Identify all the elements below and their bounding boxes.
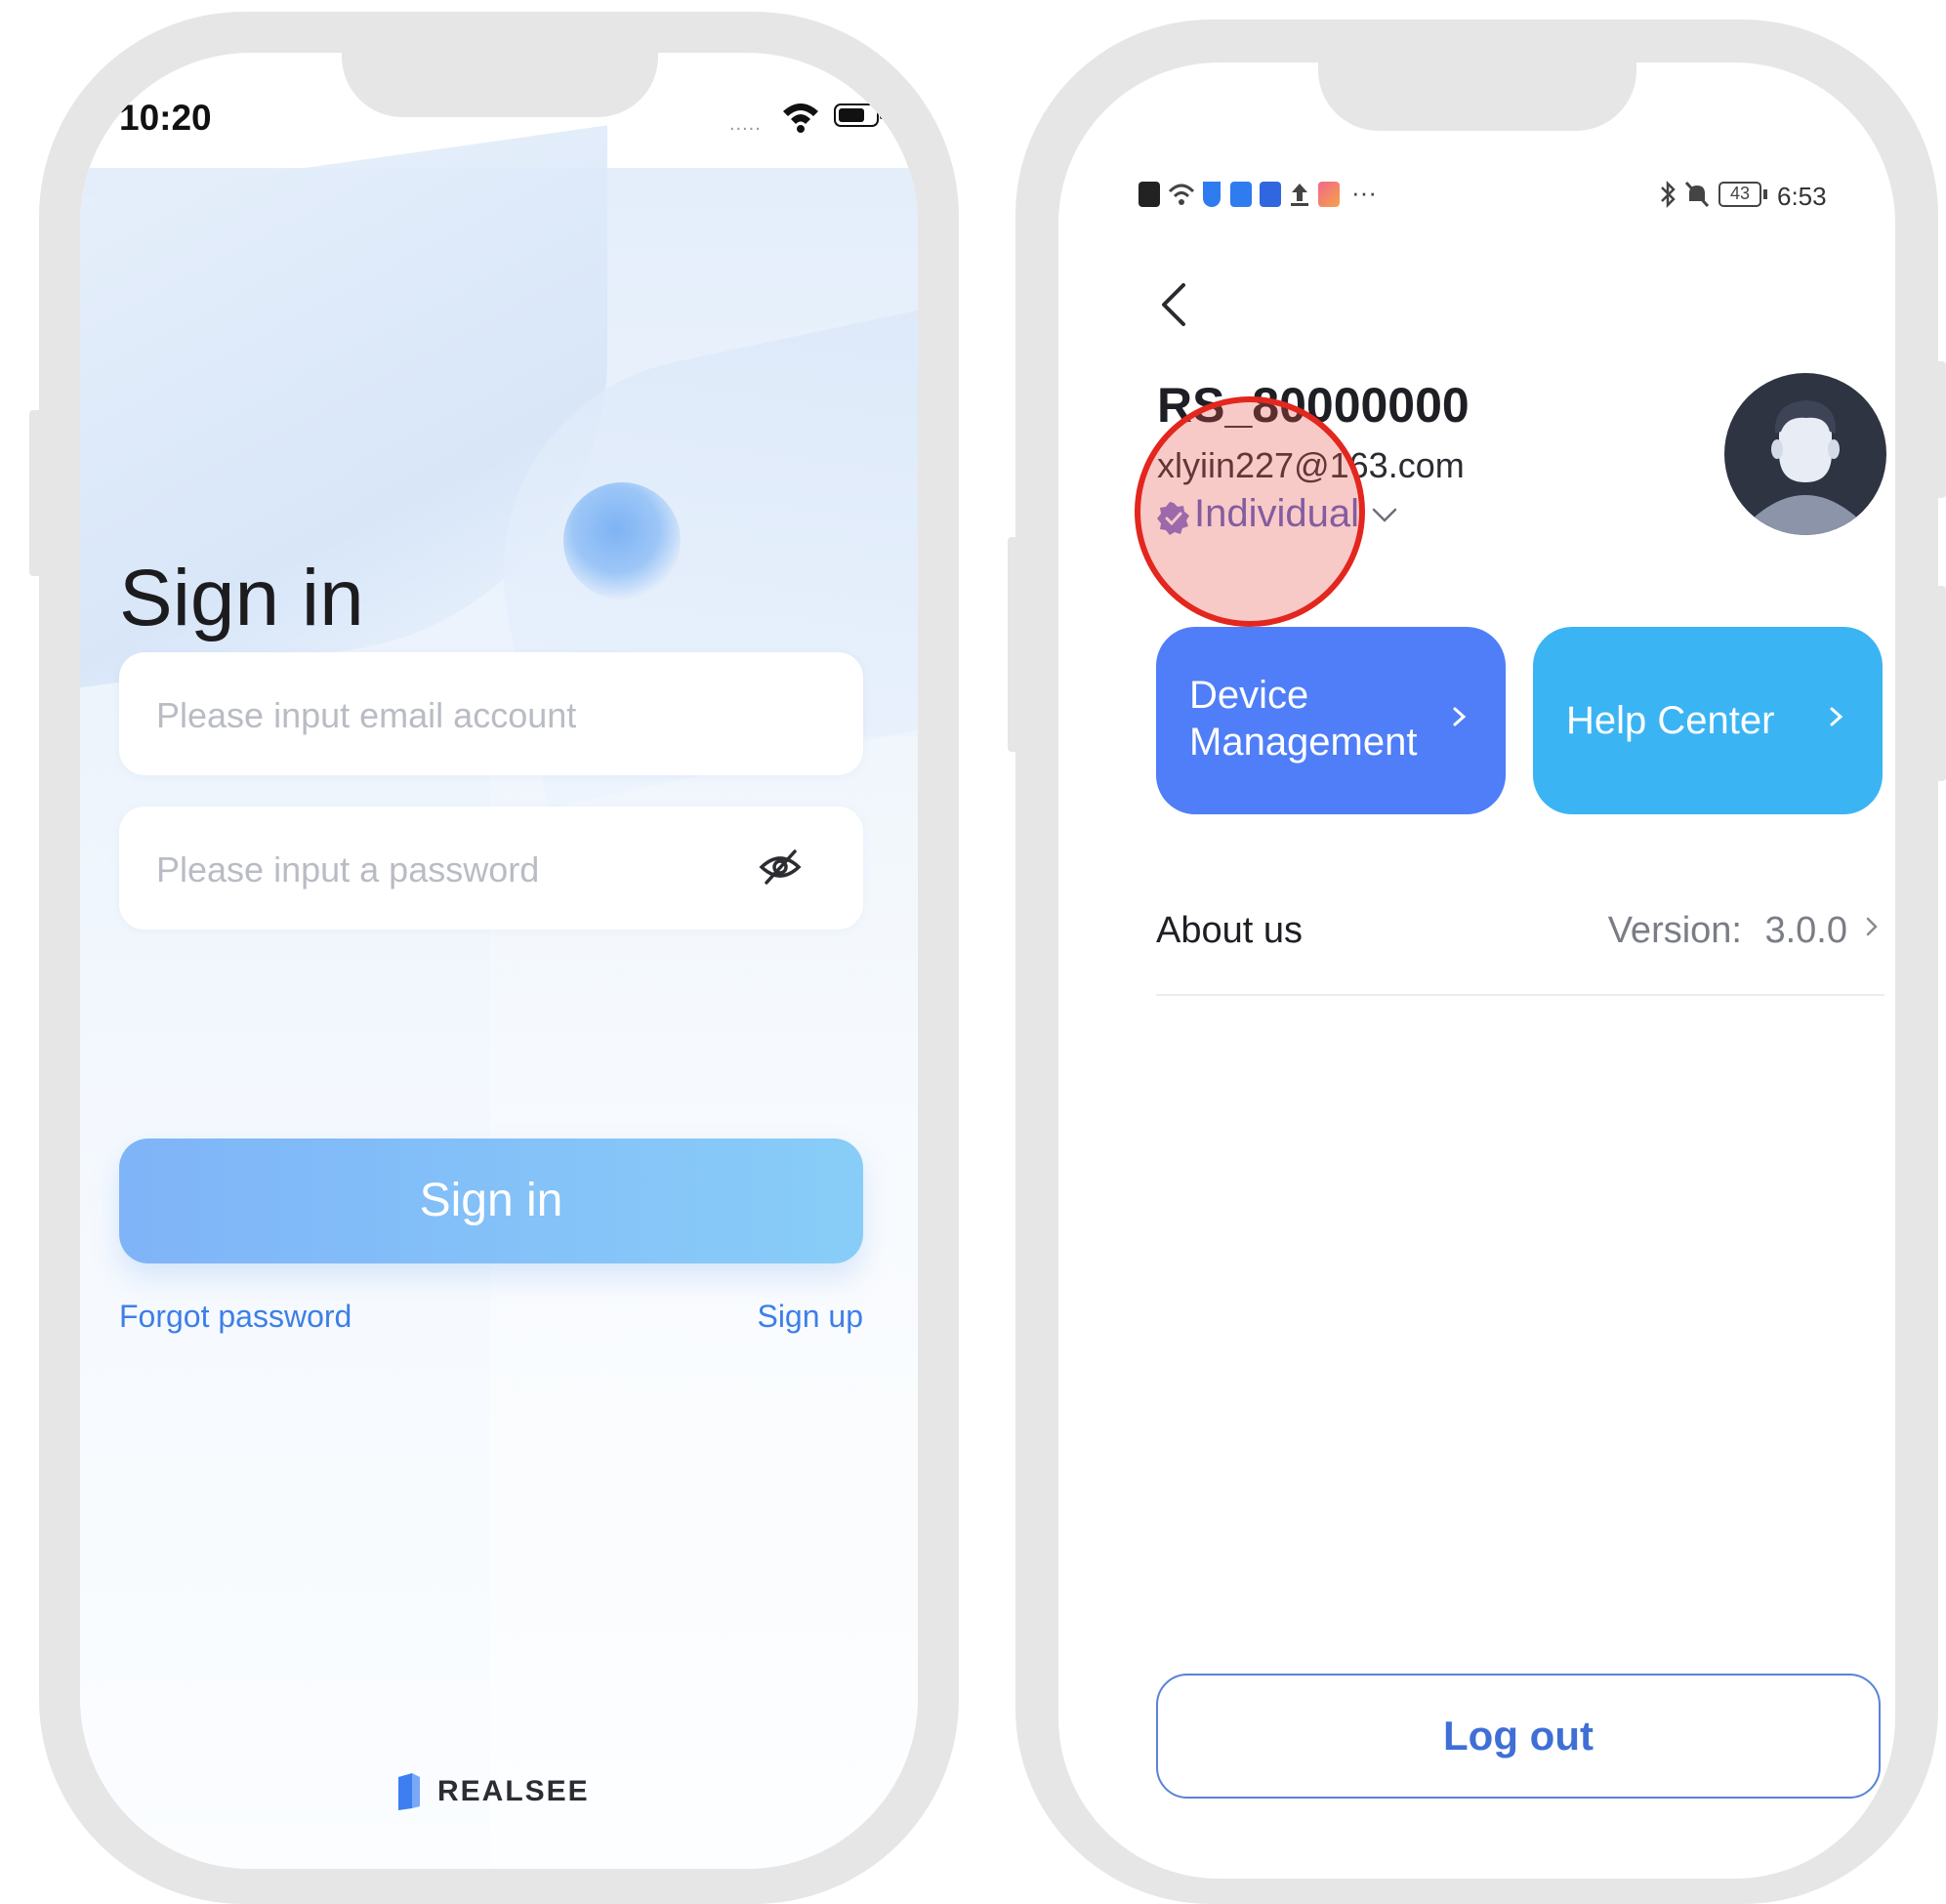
about-us-label: About us: [1156, 910, 1303, 951]
chevron-right-icon: [1866, 917, 1878, 936]
help-center-label: Help Center: [1566, 699, 1775, 742]
battery-icon: 43: [1718, 182, 1761, 207]
right-phone-side-button-2: [1933, 361, 1946, 498]
device-management-label-2: Management: [1189, 721, 1418, 764]
hero-decor-orb: [563, 482, 681, 600]
eye-off-icon[interactable]: [758, 848, 803, 887]
status-time: 6:53: [1777, 182, 1827, 211]
bluetooth-icon: [1661, 180, 1676, 209]
realsee-logo-icon: [398, 1773, 420, 1810]
right-phone-side-button: [1008, 537, 1021, 752]
right-phone-side-button-3: [1933, 586, 1946, 781]
about-us-row[interactable]: About us Version: 3.0.0: [1156, 892, 1884, 996]
help-center-card[interactable]: Help Center: [1533, 627, 1883, 814]
email-placeholder: Please input email account: [156, 695, 577, 735]
left-phone-side-button: [29, 410, 43, 576]
forgot-password-link[interactable]: Forgot password: [119, 1299, 352, 1335]
log-out-button[interactable]: Log out: [1156, 1674, 1881, 1799]
page-title: Sign in: [119, 554, 364, 642]
avatar[interactable]: [1724, 373, 1886, 535]
battery-tip: [1763, 189, 1767, 199]
brand-name: REALSEE: [437, 1775, 590, 1807]
wifi-icon: [783, 103, 818, 133]
device-management-label-1: Device: [1189, 674, 1309, 717]
more-notifications: ···: [1351, 178, 1377, 207]
mute-icon: [1684, 181, 1710, 208]
highlight-circle: [1135, 396, 1365, 627]
alert-icon: [1139, 182, 1160, 207]
back-arrow-icon[interactable]: [1156, 275, 1195, 334]
battery-icon: [834, 103, 884, 127]
app-icon-3: [1318, 182, 1340, 207]
status-time: 10:20: [119, 98, 212, 138]
profile-screen: ··· 43 6:53 RS_80000000 xlyiin227@163.co…: [1058, 62, 1895, 1879]
email-field[interactable]: Please input email account: [119, 652, 863, 775]
phone-notch: [342, 53, 658, 117]
phone-notch: [1318, 62, 1636, 131]
upload-icon: [1291, 184, 1308, 206]
device-management-card[interactable]: Device Management: [1156, 627, 1506, 814]
password-placeholder: Please input a password: [156, 849, 540, 890]
app-icon-1: [1230, 182, 1252, 207]
version-label: Version:: [1607, 910, 1742, 951]
sign-in-button[interactable]: Sign in: [119, 1138, 863, 1263]
avatar-icon: [1752, 400, 1859, 535]
chevron-right-icon: [1830, 707, 1843, 726]
chevron-right-icon: [1453, 707, 1467, 726]
wifi-icon: [1168, 184, 1195, 205]
sign-up-link[interactable]: Sign up: [757, 1299, 863, 1335]
sign-in-screen: 10:20 ..... Sign in Please input email a…: [80, 53, 918, 1869]
signal-dots: .....: [729, 113, 762, 135]
password-field[interactable]: Please input a password: [119, 807, 863, 930]
chevron-down-icon: [1372, 508, 1397, 522]
shield-icon: [1203, 182, 1221, 207]
app-icon-2: [1260, 182, 1281, 207]
version-value: 3.0.0: [1764, 910, 1847, 951]
